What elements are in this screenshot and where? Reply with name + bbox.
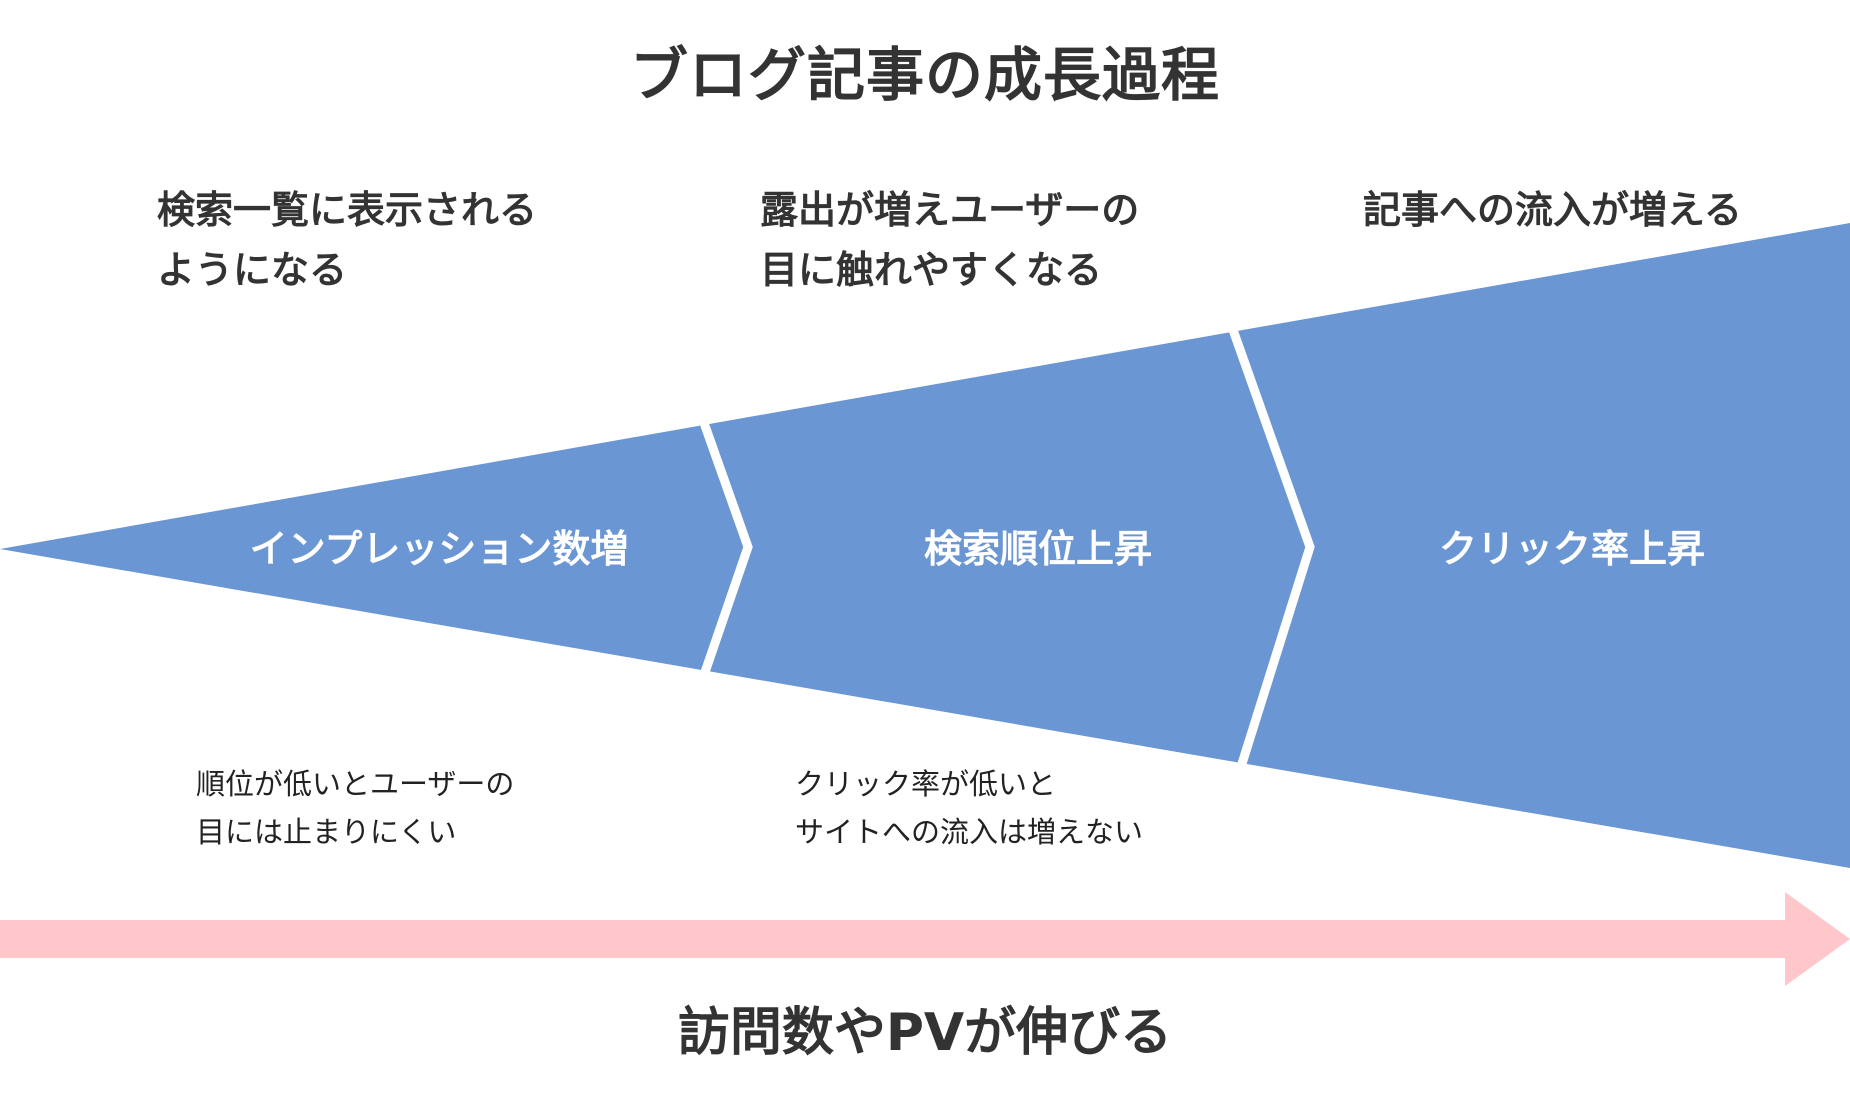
arrow-caption: 訪問数やPVが伸びる xyxy=(677,1003,1173,1063)
stage-label-impressions: インプレッション数増 xyxy=(250,527,629,571)
description-line: ようになる xyxy=(157,248,348,292)
arrow-shaft xyxy=(0,920,1785,958)
stage-description-ctr: 記事への流入が増える xyxy=(1363,180,1742,240)
description-line: 露出が増えユーザーの xyxy=(760,188,1140,232)
description-line: 目に触れやすくなる xyxy=(760,248,1103,292)
stage-label-ctr: クリック率上昇 xyxy=(1439,527,1705,571)
description-line: 検索一覧に表示される xyxy=(157,188,538,232)
note-low-ctr: クリック率が低いと サイトへの流入は増えない xyxy=(795,760,1143,856)
note-line: 目には止まりにくい xyxy=(196,815,457,849)
note-low-rank: 順位が低いとユーザーの 目には止まりにくい xyxy=(196,760,514,856)
growth-funnel-diagram: インプレッション数増 検索順位上昇 クリック率上昇 xyxy=(0,223,1850,986)
description-line: 記事への流入が増える xyxy=(1363,188,1742,232)
stage-label-search-rank: 検索順位上昇 xyxy=(924,527,1152,571)
stage-description-impressions: 検索一覧に表示される ようになる xyxy=(157,180,537,300)
note-line: 順位が低いとユーザーの xyxy=(196,767,515,801)
stage-description-search-rank: 露出が増えユーザーの 目に触れやすくなる xyxy=(760,180,1139,300)
arrow-head xyxy=(1785,892,1850,986)
note-line: サイトへの流入は増えない xyxy=(795,815,1144,849)
page-title: ブログ記事の成長過程 xyxy=(629,41,1220,109)
note-line: クリック率が低いと xyxy=(795,767,1057,801)
